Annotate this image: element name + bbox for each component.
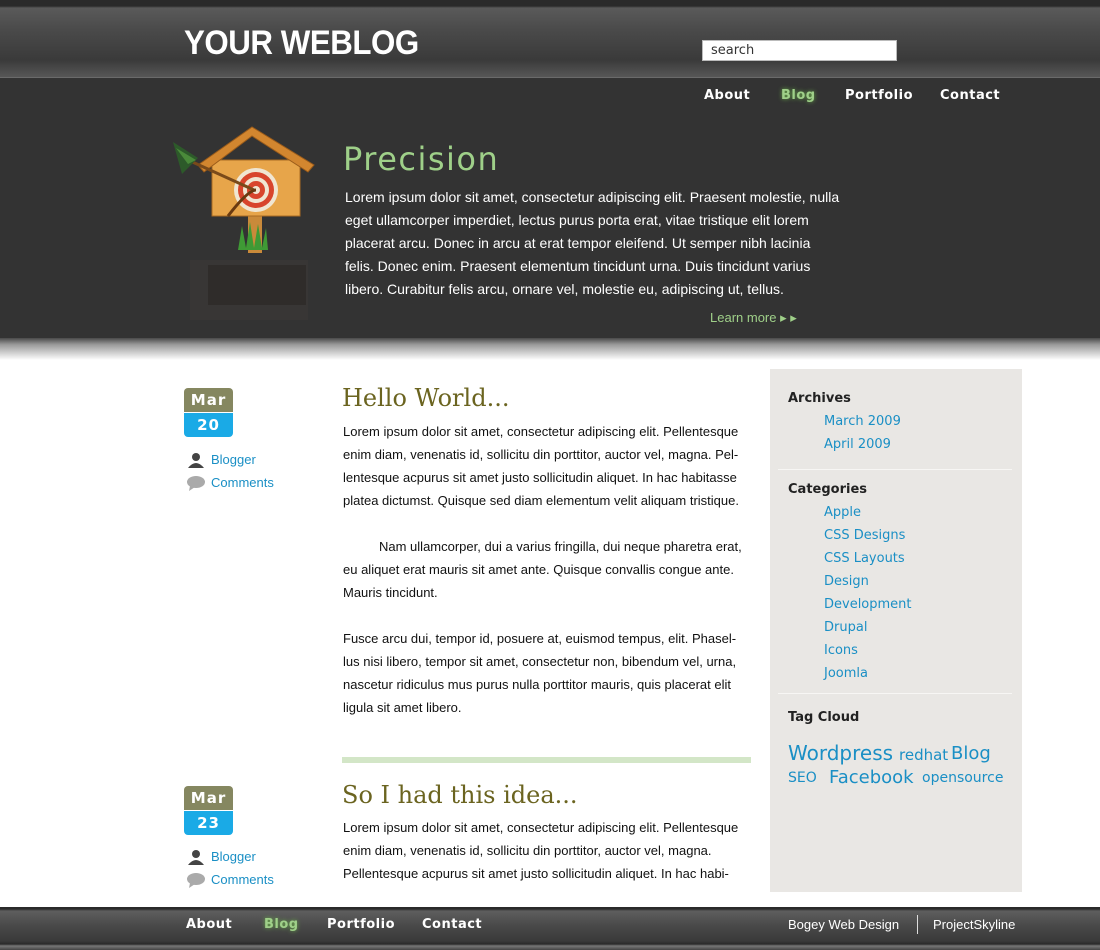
footer-nav-portfolio[interactable]: Portfolio bbox=[327, 917, 395, 932]
post-comments-link[interactable]: Comments bbox=[211, 872, 274, 887]
post-paragraph: Fusce arcu dui, tempor id, posuere at, e… bbox=[343, 631, 737, 715]
post-date-badge: Mar 23 bbox=[184, 786, 233, 835]
category-link[interactable]: CSS Layouts bbox=[824, 551, 905, 566]
user-icon bbox=[188, 849, 204, 865]
post-meta: Blogger Comments bbox=[186, 845, 274, 891]
post-author-link[interactable]: Blogger bbox=[211, 849, 256, 864]
sidebar: Archives March 2009 April 2009 Categorie… bbox=[770, 369, 1022, 892]
hero-text: Lorem ipsum dolor sit amet, consectetur … bbox=[345, 189, 840, 297]
categories-heading: Categories bbox=[788, 482, 868, 497]
post-date-day: 20 bbox=[184, 413, 233, 437]
tag-link[interactable]: Facebook bbox=[829, 767, 914, 788]
tagcloud-heading: Tag Cloud bbox=[788, 710, 860, 725]
post-divider bbox=[342, 757, 751, 763]
nav-blog[interactable]: Blog bbox=[781, 88, 816, 103]
post-author-row[interactable]: Blogger bbox=[186, 448, 274, 471]
post-paragraph: Lorem ipsum dolor sit amet, consectetur … bbox=[343, 424, 739, 508]
footer-credit-projectskyline[interactable]: ProjectSkyline bbox=[933, 917, 1015, 932]
hero-title: Precision bbox=[343, 140, 500, 178]
tag-link[interactable]: SEO bbox=[788, 770, 817, 786]
category-link[interactable]: Development bbox=[824, 597, 912, 612]
post-title[interactable]: Hello World... bbox=[342, 384, 509, 412]
tag-link[interactable]: redhat bbox=[899, 746, 948, 764]
post-paragraph: Lorem ipsum dolor sit amet, consectetur … bbox=[343, 820, 739, 881]
sidebar-divider bbox=[778, 693, 1012, 694]
footer-credit-bogey[interactable]: Bogey Web Design bbox=[788, 917, 899, 932]
post-date-month: Mar bbox=[184, 786, 233, 810]
nav-contact[interactable]: Contact bbox=[940, 88, 1000, 103]
post-paragraph: Nam ullamcorper, dui a varius fringilla,… bbox=[343, 539, 742, 600]
comment-bubble-icon bbox=[187, 475, 205, 491]
post-title[interactable]: So I had this idea... bbox=[342, 781, 578, 809]
header-bar bbox=[0, 0, 1100, 78]
comment-bubble-icon bbox=[187, 872, 205, 888]
post-body: Lorem ipsum dolor sit amet, consectetur … bbox=[343, 816, 751, 908]
archives-heading: Archives bbox=[788, 391, 851, 406]
footer-nav-about[interactable]: About bbox=[186, 917, 232, 932]
tag-link[interactable]: Blog bbox=[951, 743, 991, 764]
hero-shadow bbox=[0, 338, 1100, 360]
post-date-day: 23 bbox=[184, 811, 233, 835]
footer-separator bbox=[917, 915, 918, 934]
archive-link[interactable]: March 2009 bbox=[824, 414, 901, 429]
post-meta: Blogger Comments bbox=[186, 448, 274, 494]
sidebar-divider bbox=[778, 469, 1012, 470]
archive-link[interactable]: April 2009 bbox=[824, 437, 891, 452]
category-link[interactable]: Drupal bbox=[824, 620, 867, 635]
search-input[interactable]: search bbox=[702, 40, 897, 61]
footer-nav-blog[interactable]: Blog bbox=[264, 917, 299, 932]
category-link[interactable]: Joomla bbox=[824, 666, 868, 681]
tag-link[interactable]: Wordpress bbox=[788, 741, 893, 765]
category-link[interactable]: CSS Designs bbox=[824, 528, 905, 543]
category-link[interactable]: Design bbox=[824, 574, 869, 589]
nav-portfolio[interactable]: Portfolio bbox=[845, 88, 913, 103]
user-icon bbox=[188, 452, 204, 468]
post-comments-row[interactable]: Comments bbox=[186, 868, 274, 891]
site-logo[interactable]: YOUR WEBLOG bbox=[184, 24, 419, 63]
tag-link[interactable]: opensource bbox=[922, 770, 1003, 786]
birdhouse-target-illustration bbox=[173, 126, 315, 320]
learn-more-link[interactable]: Learn more ▸ ▸ bbox=[710, 310, 797, 326]
post-body: Lorem ipsum dolor sit amet, consectetur … bbox=[343, 420, 751, 742]
category-link[interactable]: Apple bbox=[824, 505, 861, 520]
post-comments-link[interactable]: Comments bbox=[211, 475, 274, 490]
category-link[interactable]: Icons bbox=[824, 643, 858, 658]
post-comments-row[interactable]: Comments bbox=[186, 471, 274, 494]
footer-nav-contact[interactable]: Contact bbox=[422, 917, 482, 932]
post-date-month: Mar bbox=[184, 388, 233, 412]
post-date-badge: Mar 20 bbox=[184, 388, 233, 437]
nav-about[interactable]: About bbox=[704, 88, 750, 103]
post-author-link[interactable]: Blogger bbox=[211, 452, 256, 467]
post-author-row[interactable]: Blogger bbox=[186, 845, 274, 868]
